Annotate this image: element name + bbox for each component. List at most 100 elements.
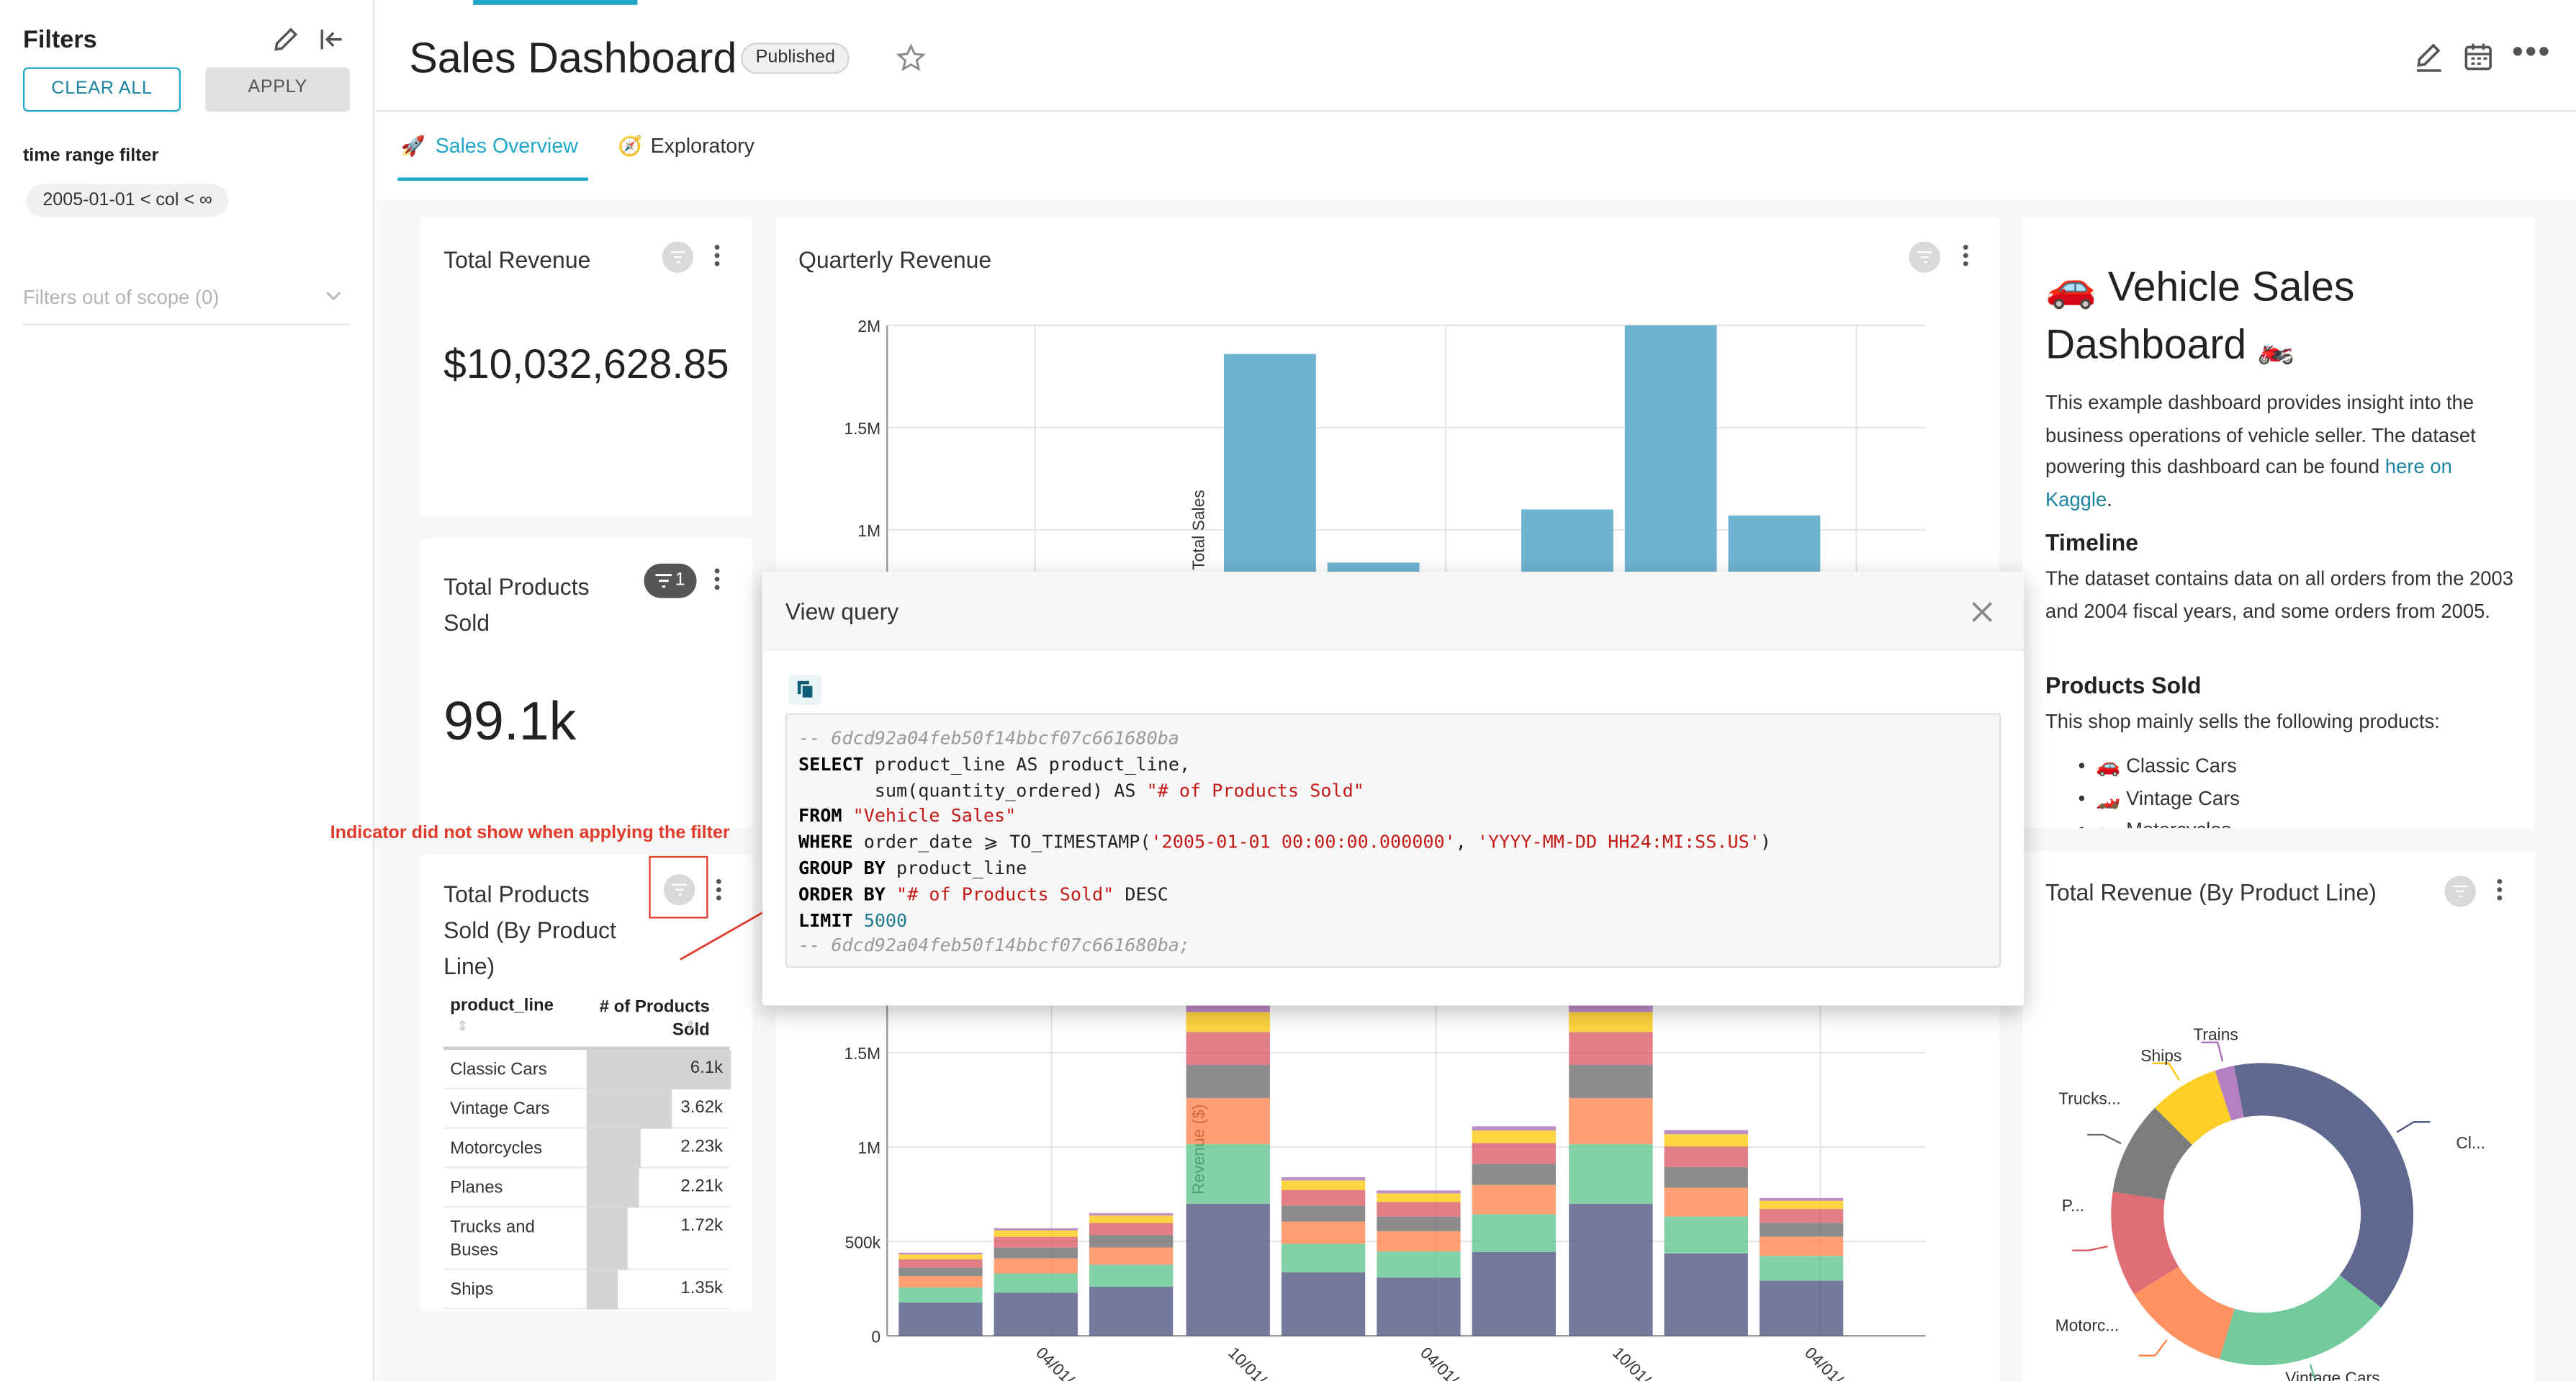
donut-slice [2219, 1274, 2382, 1366]
slice-label: Vintage Cars [2285, 1368, 2379, 1381]
table-row[interactable]: Vintage Cars 3.62k [443, 1089, 730, 1129]
stacked-bar-segment [1664, 1130, 1748, 1135]
y-tick-label: 1.5M [844, 1044, 881, 1063]
edit-dashboard-icon[interactable] [2413, 41, 2444, 72]
stacked-bar-segment [1281, 1177, 1366, 1181]
top-accent [473, 0, 638, 5]
filters-out-of-scope[interactable]: Filters out of scope (0) [23, 286, 219, 309]
filter-indicator-icon[interactable] [662, 241, 693, 273]
value-bar [586, 1128, 641, 1169]
row-label: Classic Cars [450, 1059, 547, 1080]
close-icon[interactable] [1970, 600, 1994, 624]
tab-icon-compass: 🧭 [617, 135, 643, 158]
table-row[interactable]: Trucks and Buses 1.72k [443, 1207, 730, 1270]
timeline-text: The dataset contains data on all orders … [2045, 567, 2513, 622]
stacked-bar-segment [1759, 1256, 1844, 1281]
stacked-bar-segment [1186, 1203, 1270, 1336]
star-icon[interactable] [896, 42, 927, 73]
kebab-menu-icon[interactable] [713, 568, 720, 592]
kebab-menu-icon[interactable] [713, 245, 720, 268]
timeline-heading: Timeline [2045, 528, 2138, 556]
table-row[interactable]: Motorcycles 2.23k [443, 1128, 730, 1169]
stacked-bar-segment [1569, 1032, 1653, 1066]
divider [22, 323, 351, 325]
stacked-bar-segment [1569, 1097, 1653, 1145]
slice-label: Cl... [2456, 1133, 2485, 1152]
tab-sales-overview[interactable]: Sales Overview [436, 135, 578, 158]
stacked-bar-segment [1759, 1209, 1844, 1223]
calendar-icon[interactable] [2463, 41, 2494, 72]
column-header-product-line[interactable]: product_line [450, 996, 554, 1015]
bar [1521, 509, 1613, 572]
status-badge: Published [741, 42, 850, 74]
stacked-bar-segment [1664, 1134, 1748, 1147]
label-leader [2201, 1041, 2224, 1062]
value-bar [586, 1089, 672, 1129]
sidebar-title: Filters [22, 26, 97, 55]
slice-label: Ships [2140, 1046, 2181, 1065]
table-row[interactable]: Planes 2.21k [443, 1168, 730, 1208]
y-tick-label: 1M [857, 1138, 881, 1157]
x-tick-label: 04/01/ [1801, 1343, 1847, 1381]
row-label: Trucks and Buses [450, 1217, 535, 1261]
car-icon: 🚗 [2045, 264, 2097, 311]
stacked-bar-segment [1377, 1251, 1461, 1278]
row-value: 2.23k [680, 1137, 724, 1157]
revenue-donut-chart: Cl... Vintage Cars Motorc... P... Trucks... S… [2055, 1025, 2485, 1381]
stacked-bar-segment [1186, 1012, 1270, 1033]
stacked-bar-segment [1089, 1264, 1174, 1287]
time-range-pill[interactable]: 2005-01-01 < col < ∞ [26, 184, 229, 217]
clear-all-button[interactable]: CLEAR ALL [22, 67, 181, 112]
stacked-bar-segment [1472, 1184, 1556, 1215]
y-tick-label: 1.5M [844, 419, 881, 438]
edit-icon[interactable] [271, 24, 301, 54]
chevron-down-icon[interactable] [325, 289, 342, 302]
table-row[interactable]: Ships 1.35k [443, 1269, 730, 1310]
row-value: 2.21k [680, 1176, 724, 1197]
stacked-bar-segment [1089, 1247, 1174, 1265]
stacked-bar-segment [899, 1252, 983, 1255]
stacked-bar-segment [1472, 1130, 1556, 1143]
copy-button[interactable] [788, 675, 821, 705]
more-options-icon[interactable]: ••• [2512, 36, 2552, 69]
x-tick-label: 04/01/ [1417, 1343, 1463, 1381]
stacked-bar-segment [1759, 1200, 1844, 1210]
products-text: This shop mainly sells the following pro… [2045, 709, 2440, 733]
stacked-bar-segment [1281, 1180, 1366, 1190]
apply-button[interactable]: APPLY [205, 67, 351, 112]
stacked-bar-segment [899, 1287, 983, 1303]
stacked-bar-segment [1377, 1193, 1461, 1202]
markdown-intro: This example dashboard provides insight … [2045, 391, 2476, 510]
sort-icon[interactable]: ⇕ [685, 1019, 696, 1034]
table-row[interactable]: Classic Cars 6.1k [443, 1050, 731, 1089]
stacked-bar-segment [1664, 1187, 1748, 1217]
annotation-text: Indicator did not show when applying the… [330, 823, 730, 843]
stacked-bar-segment [1281, 1221, 1366, 1244]
y-tick-label: 1M [857, 521, 881, 540]
y-tick-label: 500k [845, 1233, 881, 1251]
stacked-bar-segment [1569, 1203, 1653, 1336]
stacked-bar-segment [1664, 1166, 1748, 1188]
list-item: • 🏎️ Vintage Cars [2078, 786, 2240, 809]
card-total-products-sold: Total Products Sold 1 99.1k [420, 539, 753, 829]
collapse-icon[interactable] [317, 24, 346, 54]
x-tick-label: 04/01/ [1032, 1343, 1078, 1381]
stacked-bar-segment [1472, 1214, 1556, 1252]
stacked-bar-segment [994, 1292, 1078, 1336]
y-tick-label: 0 [871, 1327, 881, 1346]
stacked-bar-segment [899, 1254, 983, 1260]
label-leader [2396, 1121, 2431, 1133]
modal-title: View query [785, 598, 899, 625]
card-vehicle-sales-markdown: 🚗 Vehicle Sales Dashboard 🏍️ This exampl… [2022, 217, 2535, 829]
sort-icon[interactable]: ⇕ [456, 1019, 467, 1034]
tab-exploratory[interactable]: Exploratory [651, 135, 755, 158]
bar [1327, 562, 1420, 572]
slice-label: Trains [2193, 1025, 2238, 1043]
modal-header [762, 572, 2025, 651]
value-bar [586, 1269, 618, 1310]
filter-label: time range filter [22, 146, 159, 166]
stacked-bar-segment [1377, 1190, 1461, 1194]
stacked-bar-segment [1377, 1277, 1461, 1336]
stacked-bar-segment [1281, 1272, 1366, 1336]
sql-code-block[interactable]: -- 6dcd92a04feb50f14bbcf07c661680ba SELE… [785, 713, 2001, 968]
